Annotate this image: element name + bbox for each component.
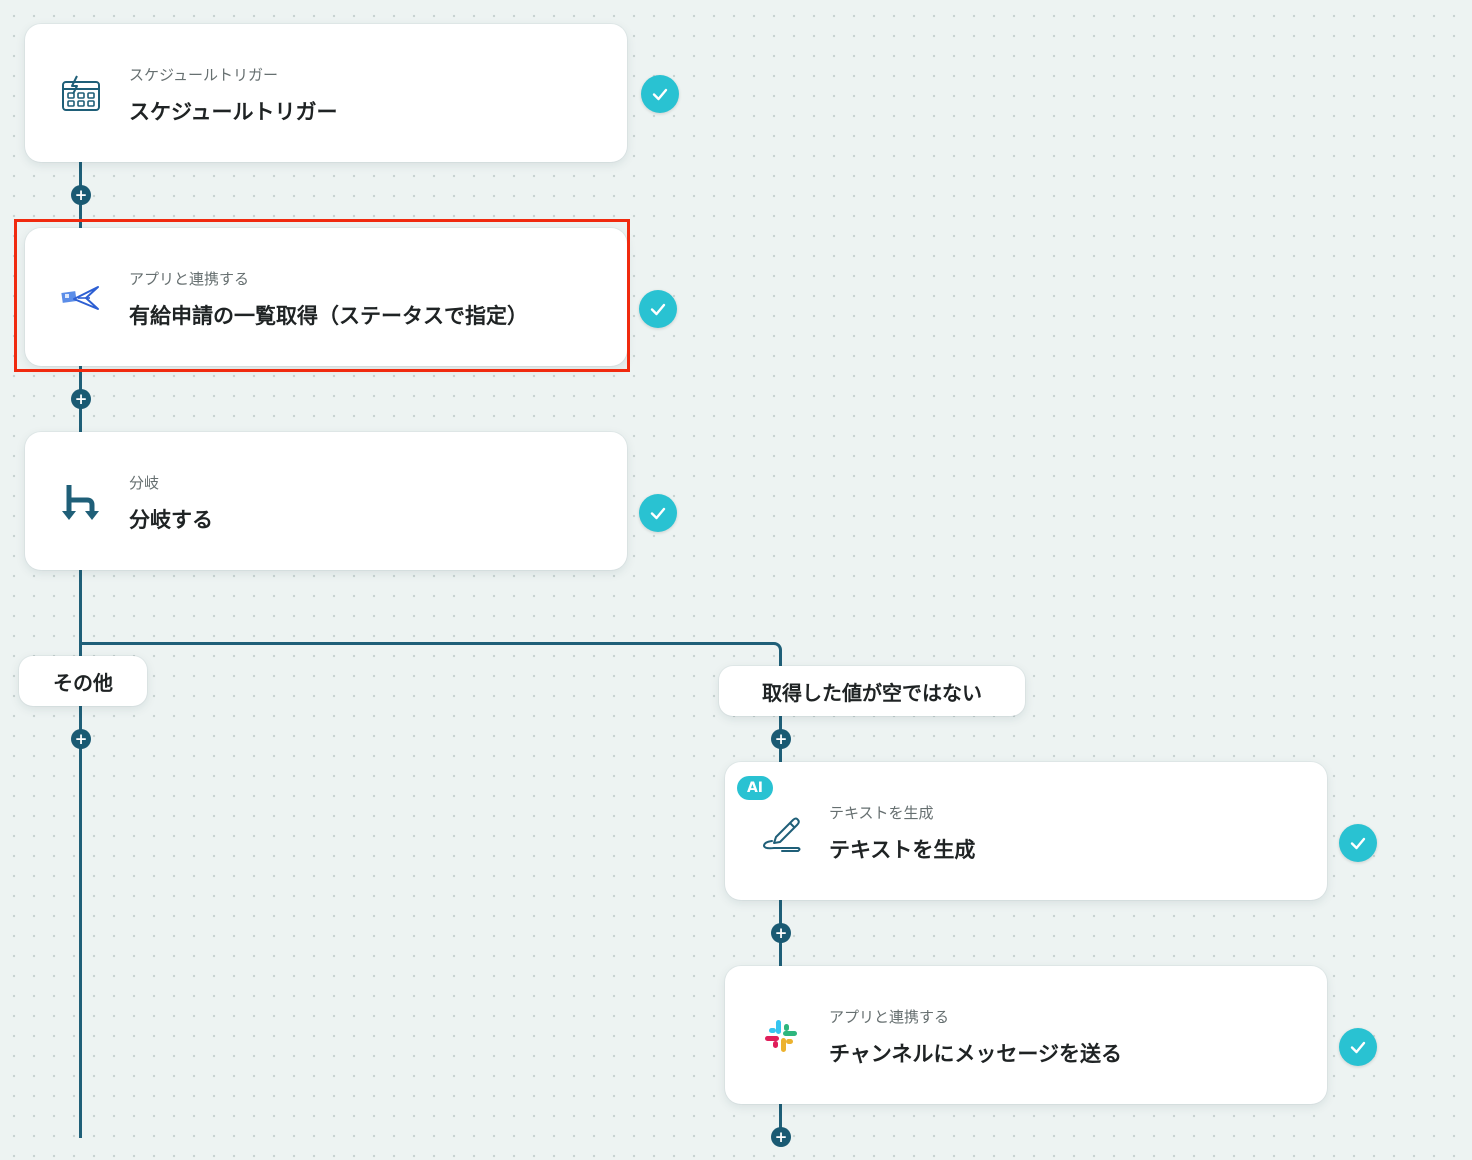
ai-badge: AI <box>737 776 773 800</box>
node-subtitle: テキストを生成 <box>829 804 934 822</box>
app-bird-logo-icon <box>59 276 103 320</box>
branch-label-not-empty[interactable]: 取得した値が空ではない <box>719 666 1025 716</box>
completed-check-icon <box>1339 1028 1377 1066</box>
branch-connector-line <box>79 642 782 671</box>
add-step-button[interactable]: + <box>771 729 791 749</box>
flow-node-schedule-trigger[interactable]: スケジュールトリガー スケジュールトリガー <box>25 24 627 162</box>
node-subtitle: アプリと連携する <box>829 1008 950 1026</box>
pen-write-icon <box>759 810 803 854</box>
branch-label-other[interactable]: その他 <box>19 656 147 706</box>
node-title: チャンネルにメッセージを送る <box>829 1042 1122 1066</box>
node-subtitle: 分岐 <box>129 474 160 492</box>
branch-icon <box>59 480 103 524</box>
add-step-button[interactable]: + <box>771 1127 791 1147</box>
node-subtitle: アプリと連携する <box>129 270 250 288</box>
completed-check-icon <box>639 494 677 532</box>
add-step-button[interactable]: + <box>71 389 91 409</box>
flow-node-leave-request-list[interactable]: アプリと連携する 有給申請の一覧取得（ステータスで指定） <box>25 228 627 366</box>
flow-node-generate-text[interactable]: AI テキストを生成 テキストを生成 <box>725 762 1327 900</box>
completed-check-icon <box>1339 824 1377 862</box>
node-title: 分岐する <box>129 508 213 532</box>
add-step-button[interactable]: + <box>771 923 791 943</box>
flow-node-branch[interactable]: 分岐 分岐する <box>25 432 627 570</box>
completed-check-icon <box>639 290 677 328</box>
flow-node-send-channel-message[interactable]: アプリと連携する チャンネルにメッセージを送る <box>725 966 1327 1104</box>
slack-icon <box>759 1014 803 1058</box>
node-subtitle: スケジュールトリガー <box>129 66 278 84</box>
add-step-button[interactable]: + <box>71 729 91 749</box>
node-title: スケジュールトリガー <box>129 100 338 124</box>
node-title: 有給申請の一覧取得（ステータスで指定） <box>129 304 528 328</box>
node-title: テキストを生成 <box>829 838 976 862</box>
completed-check-icon <box>641 75 679 113</box>
add-step-button[interactable]: + <box>71 185 91 205</box>
schedule-calendar-icon <box>59 72 103 116</box>
